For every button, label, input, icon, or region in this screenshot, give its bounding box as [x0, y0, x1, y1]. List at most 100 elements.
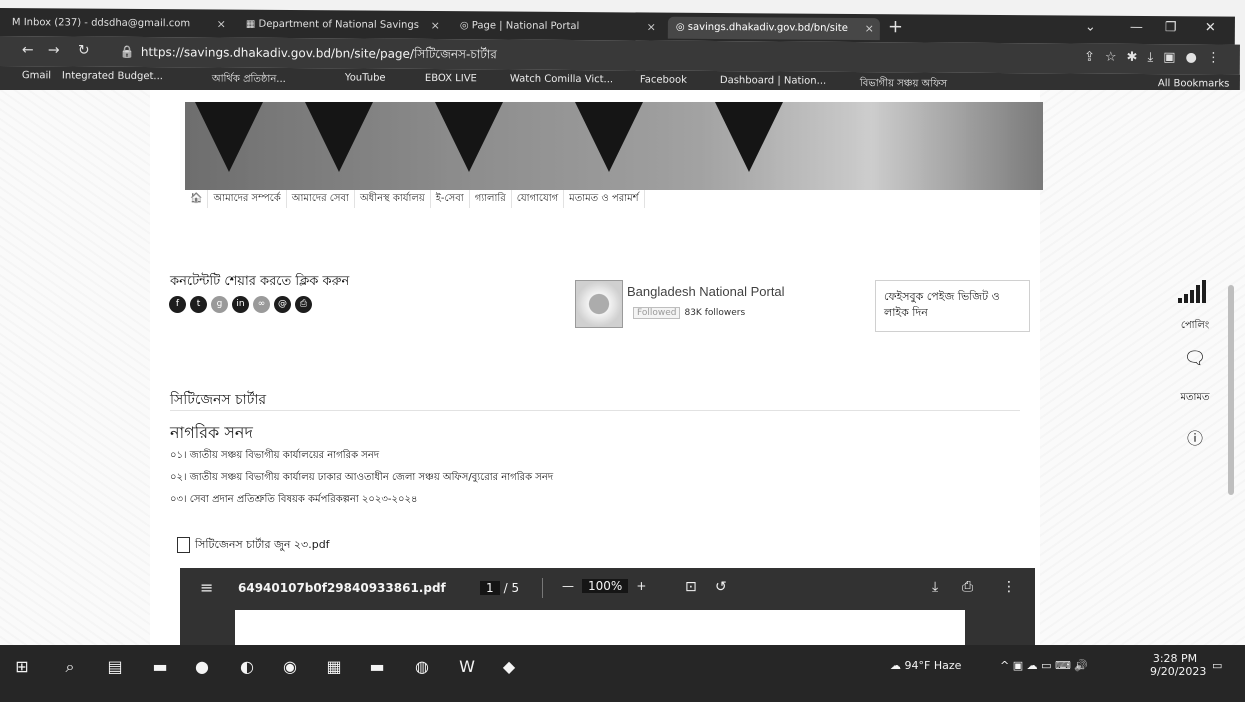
bookmark-financial[interactable]: আর্থিক প্রতিষ্ঠান... — [212, 71, 286, 89]
zoom-in-icon[interactable]: + — [636, 579, 646, 593]
globe-icon: ◎ — [675, 21, 688, 33]
minimize-icon[interactable]: — — [1130, 20, 1143, 35]
bookmark-dashboard[interactable]: Dashboard | Nation... — [720, 75, 826, 87]
menu-item-eservice[interactable]: ই-সেবা — [431, 190, 470, 208]
fb-page-name[interactable]: Bangladesh National Portal — [627, 284, 785, 299]
tab-inbox[interactable]: M Inbox (237) - ddsdha@gmail.com × — [4, 12, 232, 36]
zoom-level[interactable]: 100% — [582, 579, 629, 593]
windows-start-icon[interactable]: ⊞ — [10, 655, 34, 679]
menu-item-services[interactable]: আমাদের সেবা — [287, 190, 355, 208]
scrollbar[interactable] — [1228, 285, 1234, 495]
print-icon[interactable]: ⎙ — [962, 579, 973, 595]
tab-label: Inbox (237) - ddsdha@gmail.com — [23, 17, 191, 30]
twitter-share-icon[interactable]: t — [190, 296, 207, 313]
rotate-icon[interactable]: ↺ — [715, 579, 727, 595]
task-view-icon[interactable]: ▤ — [103, 655, 127, 679]
more-icon[interactable]: ⋮ — [1002, 579, 1016, 595]
new-tab-button[interactable]: + — [888, 16, 903, 37]
charter-item[interactable]: ০২। জাতীয় সঞ্চয় বিভাগীয় কার্যালয় ঢাক… — [170, 470, 553, 487]
bookmark-all[interactable]: All Bookmarks — [1158, 78, 1230, 89]
tray-icons[interactable]: ^ ▣ ☁ ▭ ⌨ 🔊 — [1000, 659, 1088, 672]
bookmark-comilla[interactable]: Watch Comilla Vict... — [510, 74, 613, 86]
notification-icon[interactable]: ▭ — [1212, 659, 1222, 672]
linkedin-share-icon[interactable]: in — [232, 296, 249, 313]
menu-item-about[interactable]: আমাদের সম্পর্কে — [208, 190, 287, 208]
bookmark-facebook[interactable]: Facebook — [640, 74, 687, 85]
fit-page-icon[interactable]: ⊡ — [685, 579, 697, 595]
zoom-controls: — 100% + — [562, 579, 646, 593]
menu-item-feedback[interactable]: মতামত ও পরামর্শ — [564, 190, 645, 208]
zoom-out-icon[interactable]: — — [562, 579, 574, 593]
poll-icon[interactable] — [1178, 280, 1208, 303]
portal-logo[interactable] — [575, 280, 623, 328]
close-icon[interactable]: × — [647, 17, 656, 39]
lock-icon: 🔒 — [119, 44, 135, 59]
weather-icon: ☁ — [890, 659, 905, 672]
menu-icon[interactable]: ⋮ — [1207, 50, 1230, 65]
fb-like-card[interactable]: ফেইসবুক পেইজ ভিজিট ও লাইক দিন — [875, 280, 1030, 332]
chrome-icon[interactable]: ◉ — [278, 655, 302, 679]
page-icon: ▦ — [245, 18, 259, 30]
google-share-icon[interactable]: g — [211, 296, 228, 313]
chevron-down-icon[interactable]: ⌄ — [1085, 20, 1096, 35]
close-icon[interactable]: × — [865, 18, 874, 40]
extensions-icon[interactable]: ✱ — [1127, 50, 1148, 65]
link-share-icon[interactable]: ∞ — [253, 296, 270, 313]
menu-item-contact[interactable]: যোগাযোগ — [512, 190, 565, 208]
forward-icon[interactable]: → — [48, 42, 60, 58]
app-icon[interactable]: ◆ — [497, 655, 521, 679]
bookmark-gmail[interactable]: Gmail — [22, 70, 51, 81]
site-content: 🏠 আমাদের সম্পর্কে আমাদের সেবা অধীনস্থ কার্য… — [155, 90, 1043, 645]
charter-item[interactable]: ০১। জাতীয় সঞ্চয় বিভাগীয় কার্যালয়ের ন… — [170, 448, 379, 465]
chat-icon[interactable]: 🗨 — [1170, 348, 1220, 369]
url-field[interactable]: 🔒 https://savings.dhakadiv.gov.bd/bn/site… — [120, 42, 1000, 68]
reload-icon[interactable]: ↻ — [78, 43, 90, 59]
edge-icon[interactable]: ◐ — [235, 655, 259, 679]
app-icon[interactable]: ▬ — [365, 655, 389, 679]
tab-national-savings[interactable]: ▦ Department of National Savings × — [238, 14, 446, 37]
download-icon[interactable]: ⤓ — [932, 579, 938, 595]
page-viewport: 🏠 আমাদের সম্পর্কে আমাদের সেবা অধীনস্থ কার্য… — [0, 90, 1245, 645]
bookmark-budget[interactable]: Integrated Budget... — [62, 70, 163, 82]
word-icon[interactable]: W — [455, 655, 479, 679]
pdf-filename: 64940107b0f29840933861.pdf — [238, 581, 446, 595]
download-icon[interactable]: ⤓ — [1147, 50, 1163, 65]
sidepanel-icon[interactable]: ▣ — [1163, 50, 1185, 65]
page-input[interactable]: 1 — [480, 581, 500, 595]
menu-item-gallery[interactable]: গ্যালারি — [470, 190, 512, 208]
toolbar-icons: ⇪☆✱⤓▣●⋮ — [1084, 50, 1230, 66]
tab-savings-site[interactable]: ◎ savings.dhakadiv.gov.bd/bn/site × — [667, 16, 880, 41]
star-icon[interactable]: ☆ — [1105, 50, 1127, 65]
search-icon[interactable]: ⌕ — [58, 655, 82, 679]
followed-button[interactable]: Followed — [633, 307, 681, 319]
close-icon[interactable]: × — [217, 14, 226, 36]
back-icon[interactable]: ← — [22, 42, 34, 58]
profile-icon[interactable]: ● — [1185, 50, 1206, 65]
share-icon[interactable]: ⇪ — [1084, 50, 1105, 65]
app-icon[interactable]: ◍ — [410, 655, 434, 679]
close-icon[interactable]: × — [431, 15, 440, 37]
close-window-icon[interactable]: ✕ — [1205, 20, 1216, 35]
pdf-link[interactable]: সিটিজেনস চার্টার জুন ২৩.pdf — [177, 536, 330, 555]
firefox-icon[interactable]: ● — [190, 655, 214, 679]
menu-icon[interactable]: ≡ — [200, 578, 213, 597]
weather-widget[interactable]: ☁ 94°F Haze — [890, 659, 961, 672]
bookmark-ebox[interactable]: EBOX LIVE — [425, 73, 477, 84]
poll-label[interactable]: পোলিং — [1170, 318, 1220, 335]
email-share-icon[interactable]: @ — [274, 296, 291, 313]
app-icon[interactable]: ▦ — [322, 655, 346, 679]
bookmark-youtube[interactable]: YouTube — [345, 72, 386, 83]
pdf-link-label: সিটিজেনস চার্টার জুন ২৩.pdf — [195, 538, 330, 551]
feedback-label[interactable]: মতামত — [1170, 390, 1220, 407]
menu-item-offices[interactable]: অধীনস্থ কার্যালয় — [355, 190, 431, 208]
file-explorer-icon[interactable]: ▬ — [148, 655, 172, 679]
home-icon[interactable]: 🏠 — [185, 190, 209, 208]
charter-item[interactable]: ০৩। সেবা প্রদান প্রতিশ্রুতি বিষয়ক কর্মপ… — [170, 492, 418, 509]
restore-icon[interactable]: ❐ — [1165, 20, 1177, 35]
info-icon[interactable]: ⓘ — [1170, 425, 1220, 449]
facebook-share-icon[interactable]: f — [169, 296, 186, 313]
fb-follow-info: Followed 83K followers — [633, 307, 745, 319]
clock[interactable]: 3:28 PM 9/20/2023 — [1150, 652, 1206, 678]
print-share-icon[interactable]: ⎙ — [295, 296, 312, 313]
tab-national-portal[interactable]: ◎ Page | National Portal × — [452, 15, 662, 38]
